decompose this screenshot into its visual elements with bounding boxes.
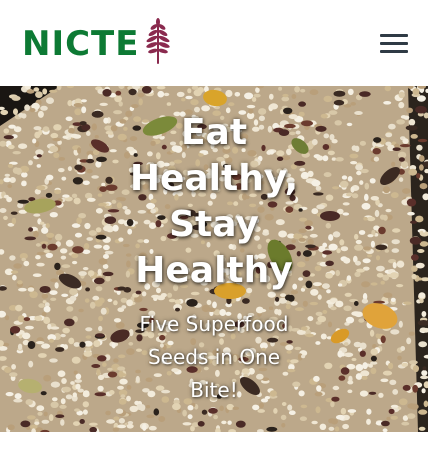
brand-name[interactable]: NICTE (22, 24, 139, 64)
site-header: NICTE (0, 0, 428, 86)
hero-title-line: Healthy, (129, 158, 299, 199)
menu-line (380, 42, 408, 45)
hero-subtitle-line: Bite! (190, 378, 238, 402)
hamburger-menu-button[interactable] (377, 30, 413, 56)
hero-subtitle-line: Seeds in One (147, 345, 281, 369)
hero-subtitle-line: Five Superfood (139, 312, 289, 336)
hero-title-line: Eat (180, 112, 248, 153)
hero-title-line: Stay (169, 204, 259, 245)
menu-line (380, 34, 408, 37)
page-below-hero (0, 432, 428, 468)
hero-title: Eat Healthy, Stay Healthy (0, 110, 428, 294)
hero-banner: Eat Healthy, Stay Healthy Five Superfood… (0, 86, 428, 432)
amaranth-plant-icon[interactable] (144, 18, 172, 64)
hero-title-line: Healthy (135, 250, 293, 291)
menu-line (380, 50, 408, 53)
hero-subtitle: Five Superfood Seeds in One Bite! (0, 308, 428, 407)
